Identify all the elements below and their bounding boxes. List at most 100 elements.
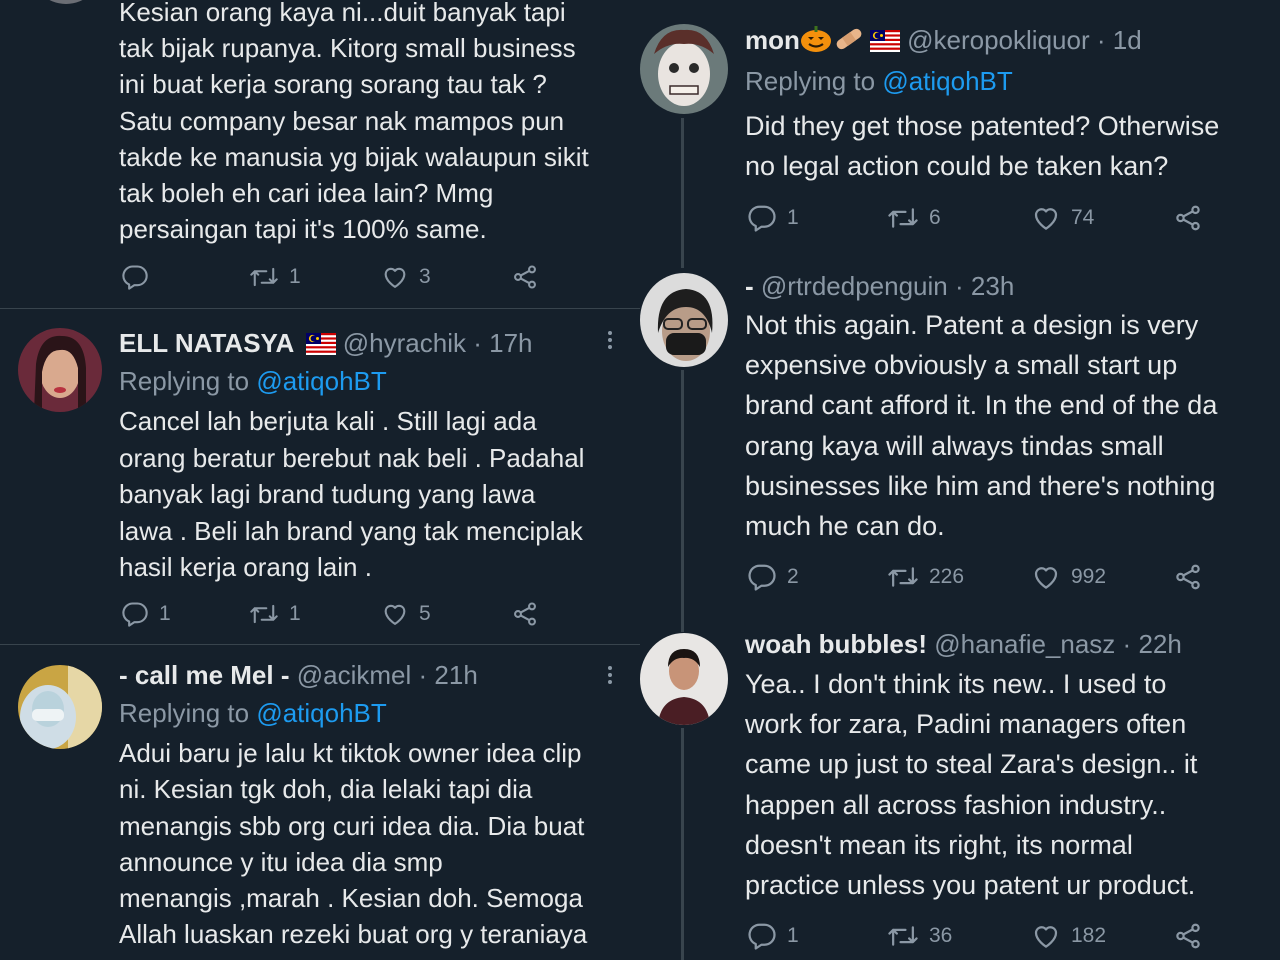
tweet[interactable]: - call me Mel - @acikmel · 21h Replying … [0,645,640,960]
display-name[interactable]: - [745,271,754,301]
reply-button[interactable]: 1 [747,203,799,233]
retweet-button[interactable]: 6 [887,203,941,233]
separator-dot: · [1122,629,1132,659]
reply-count: 2 [787,565,799,588]
mention-link[interactable]: @atiqohBT [882,66,1012,96]
share-button[interactable] [1173,203,1203,233]
timestamp[interactable]: 17h [489,328,532,358]
like-button[interactable]: 5 [381,599,431,629]
like-button[interactable]: 182 [1031,921,1106,951]
reply-button[interactable]: 1 [121,599,171,629]
retweet-icon [250,267,278,287]
retweet-button[interactable]: 1 [249,599,301,629]
tweet-header: - @rtrdedpenguin · 23h [745,269,1014,303]
tweet-actions: 2 226 992 [745,562,1215,592]
avatar[interactable] [640,273,728,367]
retweet-count: 36 [929,924,953,947]
tweet-text: Yea.. I don't think its new.. I used to … [745,669,1198,901]
retweet-icon [250,604,278,624]
like-count: 182 [1071,924,1107,947]
reply-button[interactable]: 2 [747,562,799,592]
retweet-button[interactable]: 1 [249,262,301,292]
timestamp[interactable]: 22h [1138,629,1181,659]
user-handle[interactable]: @rtrdedpenguin [761,271,948,301]
share-icon [1176,564,1200,590]
bandage-emoji-icon [836,28,862,50]
reply-count: 1 [787,206,799,229]
timestamp[interactable]: 21h [434,660,477,690]
tweet-text: Cancel lah berjuta kali . Still lagi ada… [119,406,585,582]
thread-line [681,118,684,268]
avatar[interactable] [640,633,728,725]
avatar[interactable] [18,665,102,749]
display-name[interactable]: woah bubbles! [745,629,927,659]
mention-link[interactable]: @atiqohBT [256,366,386,396]
like-button[interactable]: 992 [1031,562,1106,592]
tweet-text: Did they get those patented? Otherwise n… [745,111,1220,181]
share-button[interactable] [1173,921,1203,951]
reply-icon [748,564,776,591]
avatar[interactable] [640,24,728,114]
share-button[interactable] [511,262,539,292]
like-icon [1034,926,1058,948]
like-button[interactable]: 74 [1031,203,1094,233]
replying-to: Replying to @atiqohBT [745,64,1013,98]
tweet-actions: 1 6 74 [745,203,1215,233]
tweet[interactable]: Kesian orang kaya ni...duit banyak tapi … [0,0,640,308]
share-button[interactable] [1173,562,1203,592]
separator-dot: · [955,271,964,301]
more-icon[interactable] [600,328,620,352]
retweet-icon [888,567,918,587]
timestamp[interactable]: 23h [971,271,1014,301]
separator-dot: · [473,328,482,358]
display-name[interactable]: mon [745,25,800,55]
avatar[interactable] [18,328,102,412]
user-handle[interactable]: @hanafie_nasz [934,629,1115,659]
tweet-header: - call me Mel - @acikmel · 21h [119,658,478,692]
mention-link[interactable]: @atiqohBT [256,698,386,728]
reply-count: 1 [159,602,171,625]
reply-icon [748,923,776,950]
tweet[interactable]: mon @keropokliquor · 1d Replying to @ati… [640,0,1280,265]
reply-icon [122,602,148,627]
retweet-count: 226 [929,565,965,588]
retweet-count: 6 [929,206,941,229]
display-name[interactable]: ELL NATASYA [119,328,294,358]
like-button[interactable]: 3 [381,262,431,292]
tweet[interactable]: woah bubbles! @hanafie_nasz · 22h Yea.. … [640,615,1280,960]
tweet[interactable]: - @rtrdedpenguin · 23h Not this again. P… [640,265,1280,615]
separator-dot: · [1096,25,1106,55]
tweet-header: ELL NATASYA @hyrachik · 17h [119,326,533,360]
user-handle[interactable]: @keropokliquor [907,25,1089,55]
tweet-actions: 1 36 182 [745,921,1215,951]
malaysia-flag-icon [869,30,900,52]
reply-count: 1 [787,924,799,947]
tweet-text: Adui baru je lalu kt tiktok owner idea c… [119,738,588,950]
like-count: 74 [1071,206,1095,229]
user-handle[interactable]: @hyrachik [343,328,466,358]
retweet-icon [888,926,918,946]
reply-button[interactable]: 1 [747,921,799,951]
pumpkin-emoji-icon [800,26,831,52]
replying-to: Replying to @atiqohBT [119,364,387,398]
share-icon [1176,205,1200,231]
retweet-button[interactable]: 36 [887,921,952,951]
separator-dot: · [418,660,428,690]
like-icon [1034,567,1058,589]
reply-icon [122,265,148,290]
like-count: 3 [419,265,431,288]
display-name[interactable]: - call me Mel - [119,660,290,690]
share-icon [514,602,536,626]
more-icon[interactable] [600,663,620,687]
timestamp[interactable]: 1d [1113,25,1142,55]
tweet-text: Kesian orang kaya ni...duit banyak tapi … [119,0,589,245]
user-handle[interactable]: @acikmel [297,660,412,690]
reply-button[interactable] [121,262,159,292]
tweet-text: Not this again. Patent a design is very … [745,310,1218,542]
retweet-count: 1 [289,602,301,625]
like-icon [384,267,406,288]
share-button[interactable] [511,599,539,629]
replying-to-label: Replying to [745,66,876,96]
tweet[interactable]: ELL NATASYA @hyrachik · 17h Replying to … [0,309,640,644]
retweet-button[interactable]: 226 [887,562,964,592]
